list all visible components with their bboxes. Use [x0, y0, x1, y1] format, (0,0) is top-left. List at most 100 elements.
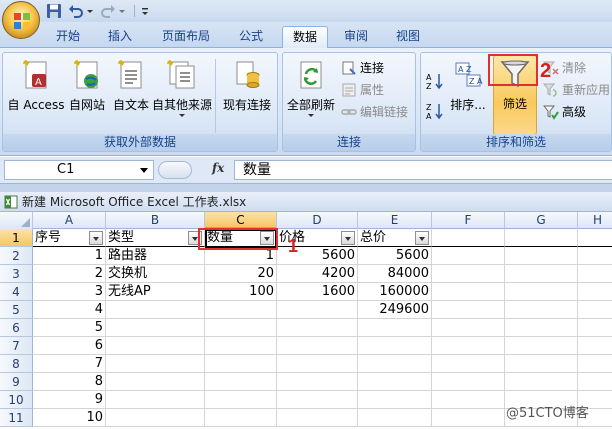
from-access-button[interactable]: A 自 Access [5, 57, 67, 112]
filter-dropdown-button[interactable] [341, 231, 355, 245]
sort-button[interactable]: A Z Z A 排序... [447, 57, 489, 112]
tab-page-layout[interactable]: 页面布局 [151, 26, 221, 48]
cell-g5[interactable] [505, 301, 578, 319]
cell-d7[interactable] [277, 337, 358, 355]
cell-e11[interactable] [358, 409, 432, 427]
cell-b8[interactable] [106, 355, 205, 373]
filter-dropdown-button[interactable] [415, 231, 429, 245]
row-header-5[interactable]: 5 [0, 301, 33, 319]
cell-a8[interactable]: 7 [33, 355, 106, 373]
column-header-c[interactable]: C [205, 212, 277, 229]
cell-f2[interactable] [432, 247, 505, 265]
column-header-b[interactable]: B [106, 212, 205, 229]
cell-e8[interactable] [358, 355, 432, 373]
name-box[interactable]: C1 [4, 160, 154, 180]
tab-insert[interactable]: 插入 [99, 26, 141, 48]
from-text-button[interactable]: 自文本 [109, 57, 153, 112]
cell-e10[interactable] [358, 391, 432, 409]
cell-e7[interactable] [358, 337, 432, 355]
column-header-d[interactable]: D [277, 212, 358, 229]
clear-filter-button[interactable]: 清除 [543, 59, 609, 77]
cell-e6[interactable] [358, 319, 432, 337]
cell-a9[interactable]: 8 [33, 373, 106, 391]
cell-c3[interactable]: 20 [205, 265, 277, 283]
cell-h8[interactable] [578, 355, 612, 373]
column-header-g[interactable]: G [505, 212, 578, 229]
cell-f1[interactable] [432, 229, 505, 247]
cell-d6[interactable] [277, 319, 358, 337]
cell-a1[interactable]: 序号 [33, 229, 106, 247]
insert-function-icon[interactable]: fx [212, 161, 224, 175]
cell-g7[interactable] [505, 337, 578, 355]
cell-a10[interactable]: 9 [33, 391, 106, 409]
cell-c8[interactable] [205, 355, 277, 373]
cell-g4[interactable] [505, 283, 578, 301]
cell-g8[interactable] [505, 355, 578, 373]
cell-f6[interactable] [432, 319, 505, 337]
cell-g9[interactable] [505, 373, 578, 391]
row-header-2[interactable]: 2 [0, 247, 33, 265]
cell-h2[interactable] [578, 247, 612, 265]
cell-b2[interactable]: 路由器 [106, 247, 205, 265]
cell-d10[interactable] [277, 391, 358, 409]
formula-bar-splitter[interactable] [158, 161, 192, 179]
cell-c9[interactable] [205, 373, 277, 391]
filter-button[interactable]: 筛选 [493, 55, 537, 135]
cell-e1[interactable]: 总价 [358, 229, 432, 247]
cell-h3[interactable] [578, 265, 612, 283]
cell-d9[interactable] [277, 373, 358, 391]
row-header-9[interactable]: 9 [0, 373, 33, 391]
sort-z-to-a-button[interactable]: Z A [426, 101, 448, 120]
cell-f11[interactable] [432, 409, 505, 427]
cell-c7[interactable] [205, 337, 277, 355]
cell-a11[interactable]: 10 [33, 409, 106, 427]
cell-c11[interactable] [205, 409, 277, 427]
cell-a5[interactable]: 4 [33, 301, 106, 319]
row-header-10[interactable]: 10 [0, 391, 33, 409]
cell-f5[interactable] [432, 301, 505, 319]
sort-a-to-z-button[interactable]: A Z [426, 71, 448, 90]
cell-g2[interactable] [505, 247, 578, 265]
cell-g3[interactable] [505, 265, 578, 283]
cell-e4[interactable]: 160000 [358, 283, 432, 301]
cell-c5[interactable] [205, 301, 277, 319]
cell-a3[interactable]: 2 [33, 265, 106, 283]
cell-h6[interactable] [578, 319, 612, 337]
formula-input[interactable]: 数量 [234, 160, 612, 180]
cell-b6[interactable] [106, 319, 205, 337]
cell-f8[interactable] [432, 355, 505, 373]
filter-dropdown-button[interactable] [188, 231, 202, 245]
cell-a4[interactable]: 3 [33, 283, 106, 301]
cell-b10[interactable] [106, 391, 205, 409]
cell-f10[interactable] [432, 391, 505, 409]
cell-a7[interactable]: 6 [33, 337, 106, 355]
cell-a2[interactable]: 1 [33, 247, 106, 265]
cell-d11[interactable] [277, 409, 358, 427]
row-header-4[interactable]: 4 [0, 283, 33, 301]
refresh-all-button[interactable]: 全部刷新 [285, 57, 337, 117]
cell-h9[interactable] [578, 373, 612, 391]
cell-a6[interactable]: 5 [33, 319, 106, 337]
cell-h7[interactable] [578, 337, 612, 355]
properties-button[interactable]: 属性 [341, 81, 413, 99]
cell-g1[interactable] [505, 229, 578, 247]
office-button[interactable] [2, 1, 40, 39]
cell-b7[interactable] [106, 337, 205, 355]
edit-links-button[interactable]: 编辑链接 [341, 103, 415, 121]
connections-button[interactable]: 连接 [341, 59, 413, 77]
cell-b5[interactable] [106, 301, 205, 319]
cell-e3[interactable]: 84000 [358, 265, 432, 283]
redo-dropdown-icon[interactable] [118, 3, 126, 19]
cell-h4[interactable] [578, 283, 612, 301]
cell-g6[interactable] [505, 319, 578, 337]
save-icon[interactable] [46, 3, 62, 19]
cell-d8[interactable] [277, 355, 358, 373]
cell-h1[interactable] [578, 229, 612, 247]
column-header-a[interactable]: A [33, 212, 106, 229]
cell-h5[interactable] [578, 301, 612, 319]
reapply-button[interactable]: 重新应用 [543, 81, 611, 99]
row-header-1[interactable]: 1 [0, 229, 33, 247]
cell-f7[interactable] [432, 337, 505, 355]
cell-e2[interactable]: 5600 [358, 247, 432, 265]
row-header-11[interactable]: 11 [0, 409, 33, 427]
